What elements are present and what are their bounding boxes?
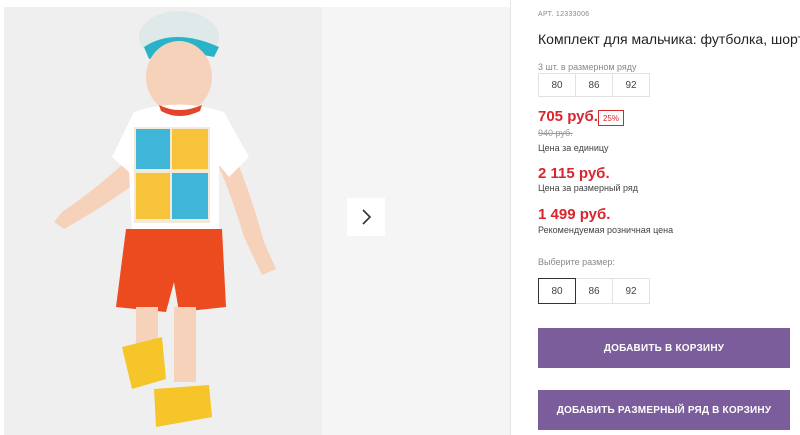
pack-sizes: 80 86 92 [538, 73, 650, 97]
discount-badge: 25% [598, 110, 624, 126]
chevron-right-icon [362, 209, 372, 225]
pack-size-item: 80 [538, 73, 576, 97]
add-to-cart-button[interactable]: ДОБАВИТЬ В КОРЗИНУ [538, 328, 790, 368]
size-selector: 80 86 92 [538, 278, 650, 304]
rrp-price: 1 499 руб. [538, 206, 611, 223]
pack-price: 2 115 руб. [538, 165, 610, 182]
pack-label: 3 шт. в размерном ряду [538, 62, 637, 72]
unit-price: 705 руб. [538, 108, 598, 125]
choose-size-label: Выберите размер: [538, 257, 615, 267]
product-photo-illustration [4, 7, 322, 435]
product-gallery [0, 0, 510, 435]
old-price: 940 руб. [538, 128, 573, 138]
sku-label: АРТ. 12333006 [538, 11, 590, 18]
pack-size-item: 86 [575, 73, 613, 97]
size-option-80[interactable]: 80 [538, 278, 576, 304]
product-title: Комплект для мальчика: футболка, шорты [538, 31, 800, 47]
rrp-caption: Рекомендуемая розничная цена [538, 225, 674, 235]
add-pack-to-cart-button[interactable]: ДОБАВИТЬ РАЗМЕРНЫЙ РЯД В КОРЗИНУ [538, 390, 790, 430]
panel-divider [510, 0, 511, 435]
unit-price-caption: Цена за единицу [538, 143, 609, 153]
product-info-panel: АРТ. 12333006 Комплект для мальчика: фут… [538, 0, 800, 435]
pack-size-item: 92 [612, 73, 650, 97]
size-option-92[interactable]: 92 [612, 278, 650, 304]
product-photo[interactable] [4, 7, 322, 435]
size-option-86[interactable]: 86 [575, 278, 613, 304]
pack-price-caption: Цена за размерный ряд [538, 183, 639, 193]
next-image-button[interactable] [347, 198, 385, 236]
